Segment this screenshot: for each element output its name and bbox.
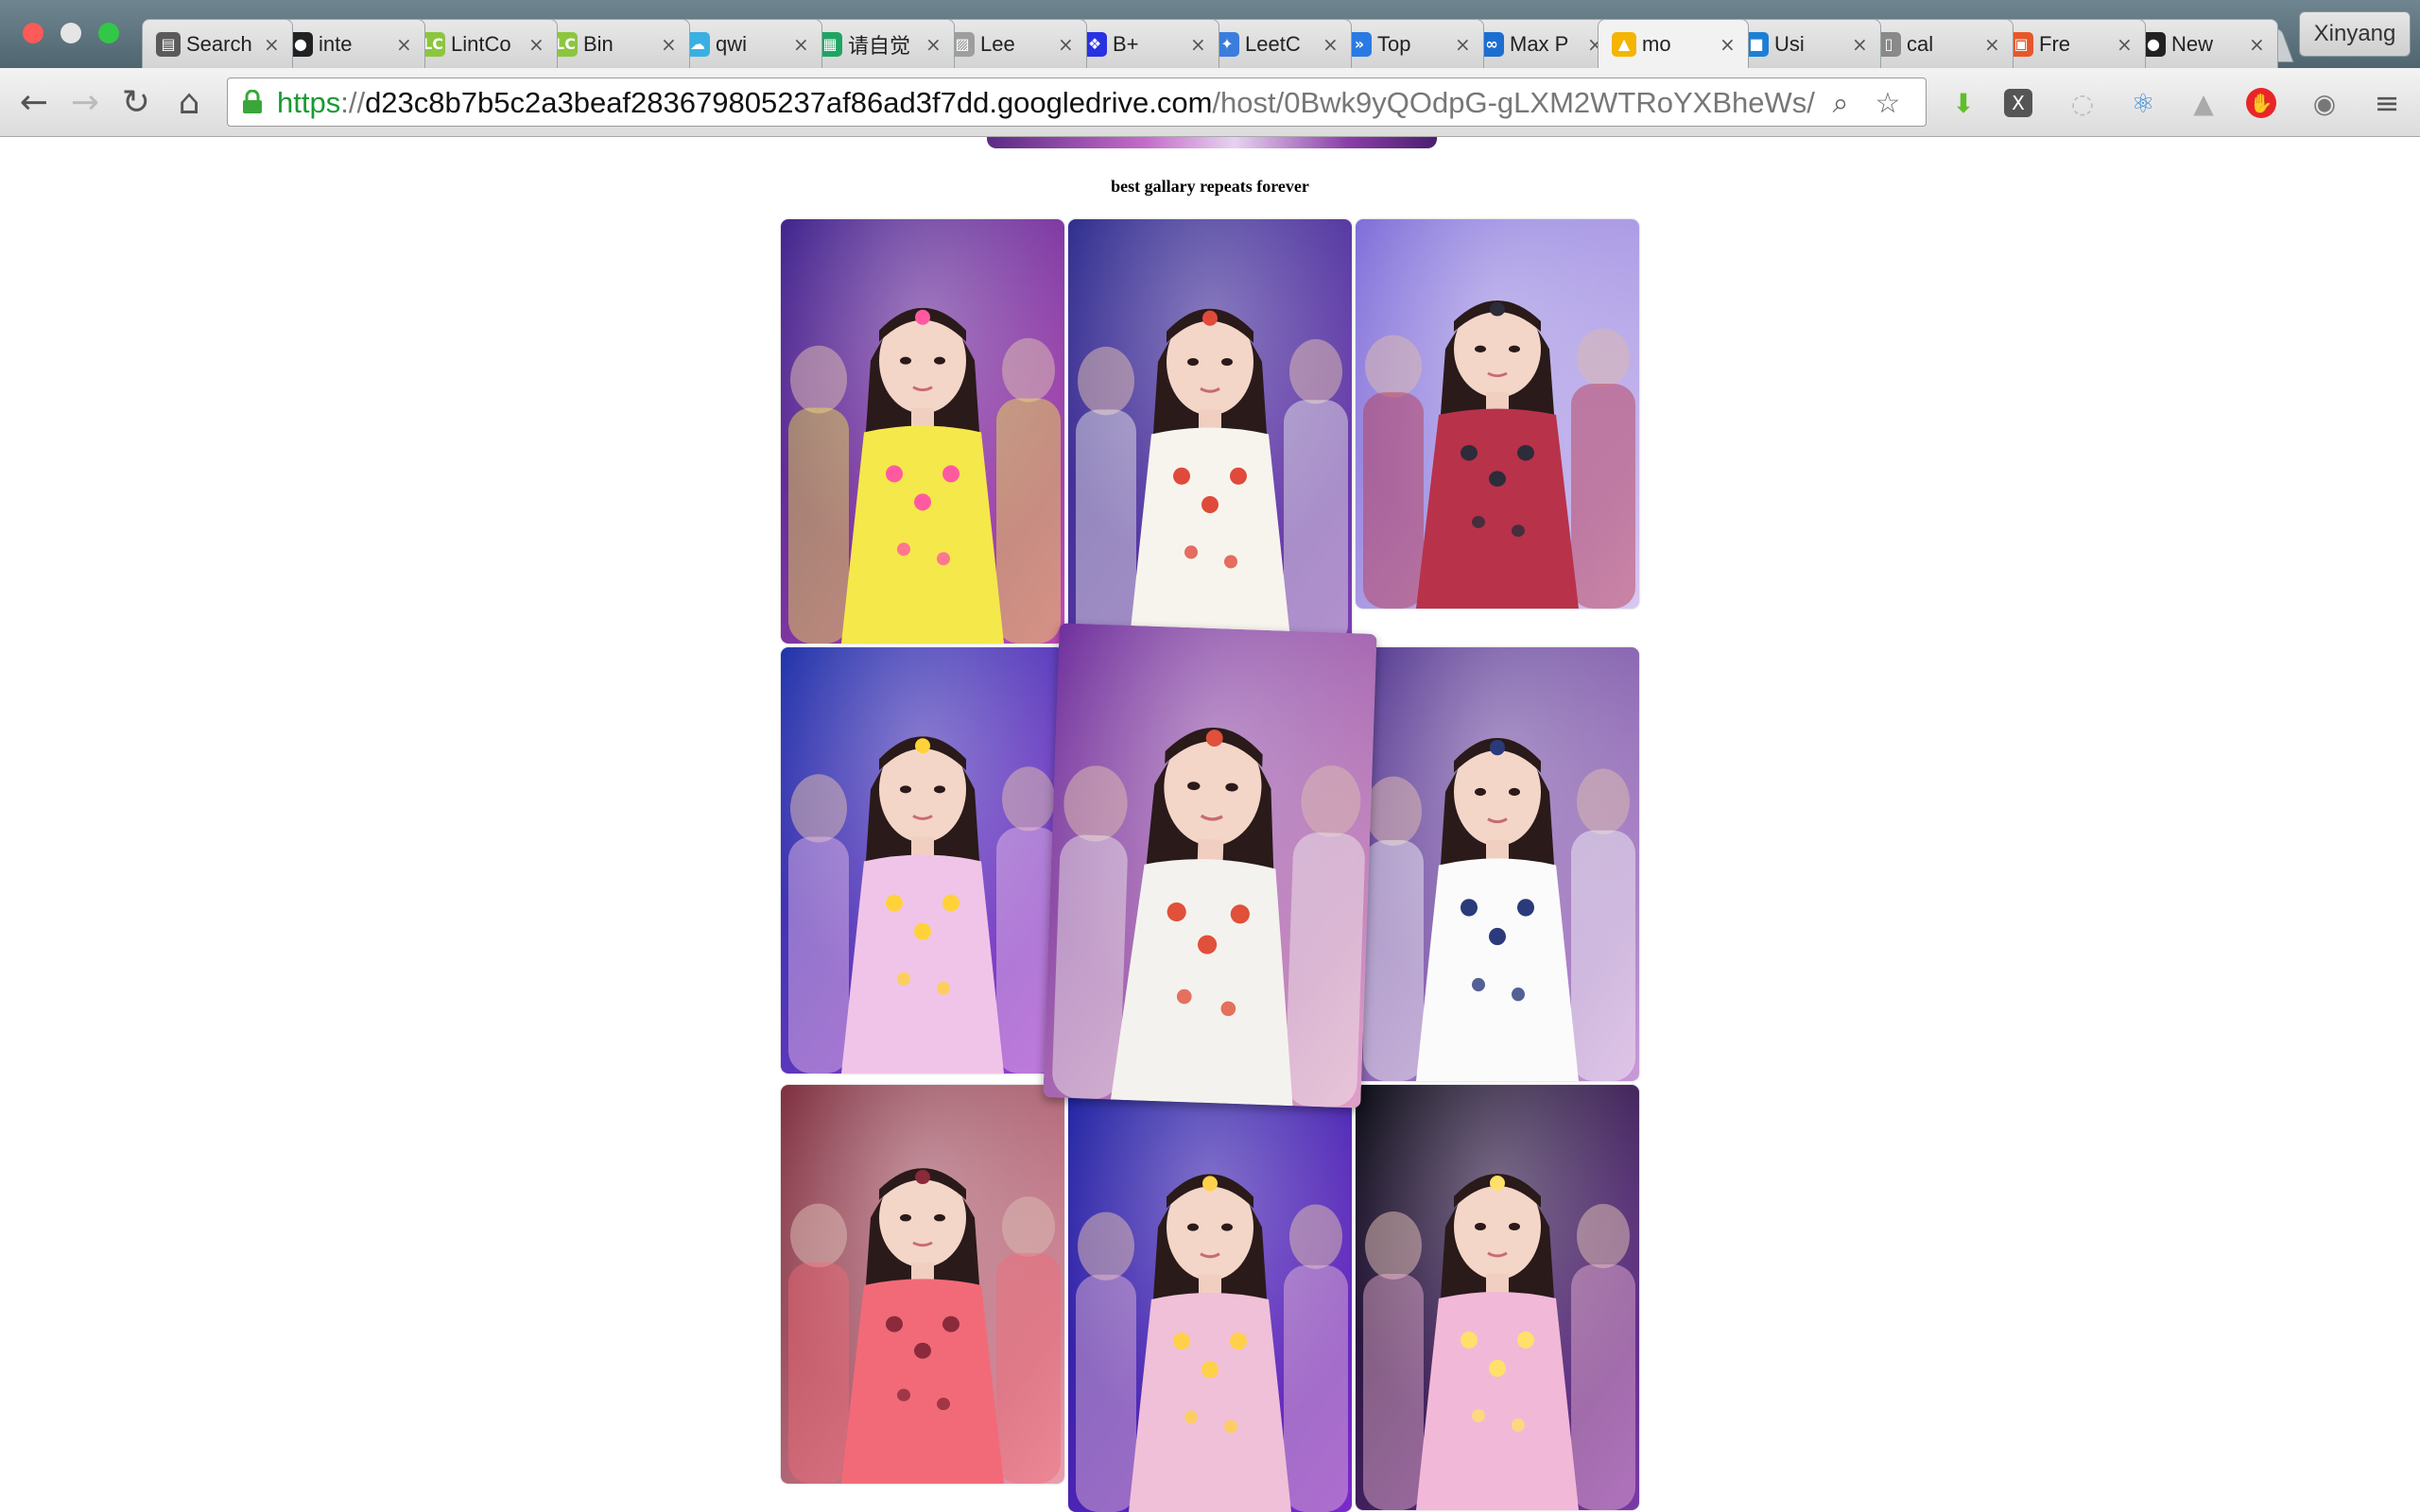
back-icon[interactable]: ← xyxy=(13,81,55,123)
book-icon: ▤ xyxy=(156,31,181,57)
tab-close-icon[interactable]: × xyxy=(396,33,415,56)
photo-image xyxy=(781,219,1064,644)
browser-tab[interactable]: ❖ B+ × xyxy=(1068,19,1219,68)
gallery-photo-2[interactable] xyxy=(1068,219,1352,647)
browser-titlebar: ▤ Search × ● inte × LC LintCo × LC Bin × ☁ qwi × ▦ 请自觉 × ▨… xyxy=(0,0,2420,68)
minimize-window-button[interactable] xyxy=(60,23,81,43)
gallery-photo-9[interactable] xyxy=(1356,1085,1639,1510)
photo-image xyxy=(781,647,1064,1074)
browser-tab[interactable]: ▦ 请自觉 × xyxy=(804,19,955,68)
tab-title: Lee xyxy=(980,31,1015,56)
tab-title: Bin xyxy=(583,31,614,56)
tab-close-icon[interactable]: × xyxy=(925,33,944,56)
url-separator: :// xyxy=(340,86,366,119)
close-window-button[interactable] xyxy=(23,23,43,43)
reload-icon[interactable]: ↻ xyxy=(115,81,157,123)
gallery-photo-8[interactable] xyxy=(1068,1085,1352,1512)
forward-icon[interactable]: → xyxy=(64,81,106,123)
tab-close-icon[interactable]: × xyxy=(1852,33,1871,56)
gallery-title: best gallary repeats forever xyxy=(1111,177,1309,196)
tab-close-icon[interactable]: × xyxy=(793,33,812,56)
gallery-photo-4[interactable] xyxy=(781,647,1064,1074)
address-bar[interactable]: https://d23c8b7b5c2a3beaf283679805237af8… xyxy=(227,77,1927,127)
url-scheme: https xyxy=(277,86,341,119)
tab-title: Max P xyxy=(1510,31,1569,56)
adblock-hand-icon[interactable]: ✋ xyxy=(2246,88,2276,118)
photo-image xyxy=(1356,647,1639,1081)
tab-close-icon[interactable]: × xyxy=(1058,33,1077,56)
gallery-photo-6[interactable] xyxy=(1356,647,1639,1081)
tab-close-icon[interactable]: × xyxy=(661,33,680,56)
tab-title: Top xyxy=(1377,31,1411,56)
tab-title: Fre xyxy=(2039,31,2070,56)
gallery-photo-3[interactable] xyxy=(1356,219,1639,609)
lock-icon xyxy=(243,90,262,113)
react-atom-icon[interactable]: ⚛ xyxy=(2125,85,2161,121)
zoom-window-button[interactable] xyxy=(98,23,119,43)
tab-title: LeetC xyxy=(1245,31,1301,56)
globe-extension-icon[interactable]: ◉ xyxy=(2307,85,2342,121)
tab-close-icon[interactable]: × xyxy=(2117,33,2135,56)
sync-circle-icon[interactable]: ◌ xyxy=(2065,85,2100,121)
tab-title: mo xyxy=(1642,31,1671,56)
tab-title: qwi xyxy=(716,31,748,56)
page-viewport: best gallary repeats forever xyxy=(0,137,2420,1512)
tab-close-icon[interactable]: × xyxy=(264,33,283,56)
url-text[interactable]: https://d23c8b7b5c2a3beaf283679805237af8… xyxy=(277,78,1815,128)
tab-title: LintCo xyxy=(451,31,511,56)
browser-tab[interactable]: ▣ Fre × xyxy=(1995,19,2146,68)
tab-title: Usi xyxy=(1774,31,1805,56)
browser-tab[interactable]: LC Bin × xyxy=(539,19,690,68)
tab-strip: ▤ Search × ● inte × LC LintCo × LC Bin × ☁ qwi × ▦ 请自觉 × ▨… xyxy=(142,19,2278,68)
browser-tab[interactable]: ▲ mo × xyxy=(1598,19,1749,68)
photo-image xyxy=(1043,623,1377,1108)
chrome-menu-icon[interactable]: ≡ xyxy=(2369,85,2405,121)
home-icon[interactable]: ⌂ xyxy=(168,81,210,123)
profile-name: Xinyang xyxy=(2313,21,2396,46)
browser-tab[interactable]: ● inte × xyxy=(274,19,425,68)
tab-title: cal xyxy=(1907,31,1934,56)
photo-image xyxy=(781,1085,1064,1484)
url-path: /host/0Bwk9yQOdpG-gLXM2WTRoYXBheWs/ xyxy=(1212,86,1815,119)
gallery-photo-7[interactable] xyxy=(781,1085,1064,1484)
browser-tab[interactable]: LC LintCo × xyxy=(406,19,558,68)
browser-tab[interactable]: ▤ Search × xyxy=(142,19,293,68)
tab-title: inte xyxy=(319,31,353,56)
tab-title: B+ xyxy=(1113,31,1139,56)
tab-title: New xyxy=(2171,31,2214,56)
browser-tab[interactable]: ☁ qwi × xyxy=(671,19,822,68)
tab-title: Search xyxy=(186,31,252,56)
tab-close-icon[interactable]: × xyxy=(1984,33,2003,56)
drive-extension-icon[interactable]: ▲ xyxy=(2186,85,2221,121)
url-host: d23c8b7b5c2a3beaf283679805237af86ad3f7dd… xyxy=(365,86,1213,119)
bookmark-star-icon[interactable]: ☆ xyxy=(1871,86,1905,120)
drive-icon: ▲ xyxy=(1612,31,1636,57)
gallery-photo-5[interactable] xyxy=(1043,623,1377,1108)
browser-tab[interactable]: ■ Usi × xyxy=(1730,19,1881,68)
browser-tab[interactable]: ▯ cal × xyxy=(1862,19,2014,68)
browser-tab[interactable]: ▨ Lee × xyxy=(936,19,1087,68)
tab-close-icon[interactable]: × xyxy=(1455,33,1474,56)
photo-image xyxy=(1356,219,1639,609)
profile-button[interactable]: Xinyang xyxy=(2299,11,2411,57)
zoom-search-icon[interactable]: ⌕ xyxy=(1824,86,1858,120)
x-extension-icon[interactable]: X xyxy=(2004,89,2032,117)
tab-title: 请自觉 xyxy=(848,33,911,58)
browser-toolbar: ← → ↻ ⌂ https://d23c8b7b5c2a3beaf2836798… xyxy=(0,68,2420,137)
browser-tab[interactable]: ✦ LeetC × xyxy=(1201,19,1352,68)
browser-tab[interactable]: » Top × xyxy=(1333,19,1484,68)
tab-close-icon[interactable]: × xyxy=(1322,33,1341,56)
photo-image xyxy=(1068,219,1352,647)
previous-gallery-photo xyxy=(987,137,1437,148)
tab-close-icon[interactable]: × xyxy=(1720,33,1738,56)
tab-close-icon[interactable]: × xyxy=(2249,33,2268,56)
browser-tab[interactable]: ∞ Max P × xyxy=(1465,19,1616,68)
browser-tab[interactable]: ● New × xyxy=(2127,19,2278,68)
photo-image xyxy=(1068,1085,1352,1512)
tab-close-icon[interactable]: × xyxy=(528,33,547,56)
gallery-photo-1[interactable] xyxy=(781,219,1064,644)
download-arrow-icon[interactable]: ⬇ xyxy=(1945,85,1981,121)
photo-image xyxy=(1356,1085,1639,1510)
tab-close-icon[interactable]: × xyxy=(1190,33,1209,56)
